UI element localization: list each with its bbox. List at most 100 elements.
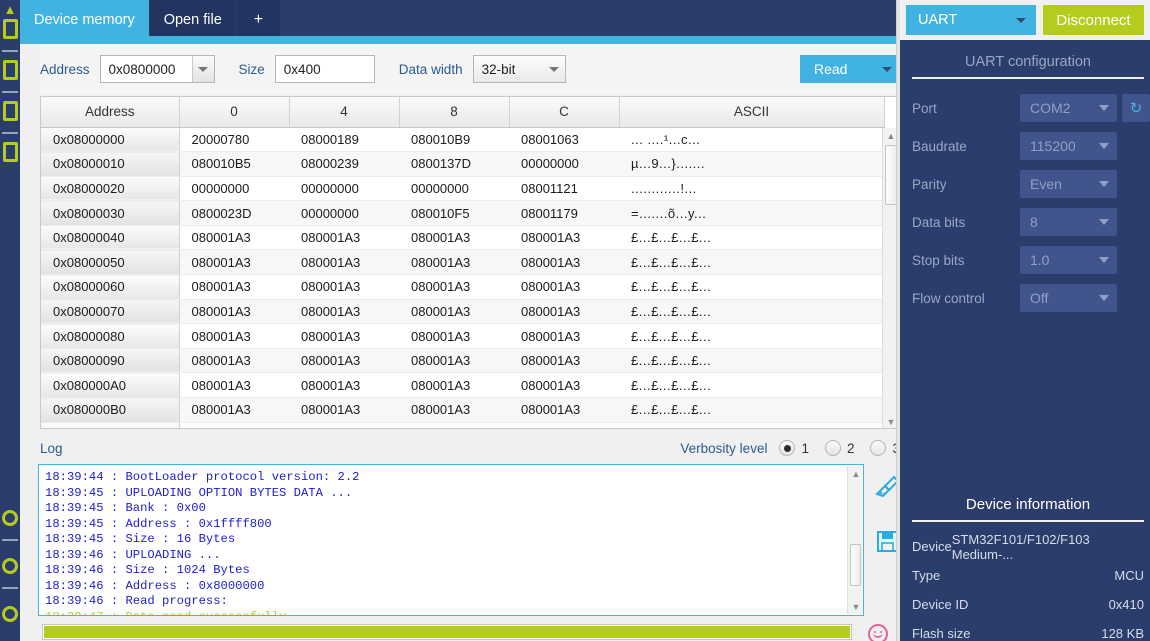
table-row[interactable]: 0x08000010 080010B5 08000239 0800137D 000000… xyxy=(41,151,884,177)
cell-word-c[interactable]: 00000000 xyxy=(509,151,619,177)
cell-address[interactable]: 0x080000B0 xyxy=(41,397,180,423)
table-row[interactable]: 0x08000040 080001A3 080001A3 080001A3 080001… xyxy=(41,225,884,251)
cell-word-8[interactable]: 080001A3 xyxy=(399,348,509,374)
cell-word-c[interactable]: 08001121 xyxy=(509,176,619,202)
cell-word-8[interactable]: 080001A3 xyxy=(399,323,509,349)
data-width-dropdown-button[interactable] xyxy=(543,56,565,82)
cell-word-4[interactable]: 080001A3 xyxy=(289,422,399,428)
cell-ascii[interactable]: £...£...£...£... xyxy=(619,323,884,349)
verbosity-option-2[interactable]: 2 xyxy=(824,440,854,456)
cell-address[interactable]: 0x08000070 xyxy=(41,299,180,325)
uart-baudrate-select[interactable]: 115200 xyxy=(1020,132,1117,160)
disconnect-button[interactable]: Disconnect xyxy=(1043,5,1144,35)
cell-ascii[interactable]: £...£...£...£... xyxy=(619,372,884,399)
sidebar-item-help[interactable] xyxy=(1,601,19,627)
cell-word-c[interactable]: 080001A3 xyxy=(509,249,619,276)
size-input[interactable]: 0x400 xyxy=(274,55,375,83)
cell-ascii[interactable]: £...£...£...£... xyxy=(619,274,884,300)
tab-open-file[interactable]: Open file xyxy=(149,0,237,40)
cell-word-8[interactable]: 080001A3 xyxy=(399,422,509,428)
sidebar-item-memory[interactable] xyxy=(1,16,19,42)
table-row[interactable]: 0x080000B0 080001A3 080001A3 080001A3 080001… xyxy=(41,397,884,423)
feedback-smiley-icon[interactable] xyxy=(868,624,888,641)
cell-word-8[interactable]: 080001A3 xyxy=(399,397,509,423)
cell-address[interactable]: 0x08000050 xyxy=(41,249,180,276)
cell-word-4[interactable]: 08000189 xyxy=(289,127,399,153)
uart-flow-control-select[interactable]: Off xyxy=(1020,284,1117,312)
col-header-0[interactable]: 0 xyxy=(179,97,290,128)
cell-word-0[interactable]: 080001A3 xyxy=(179,249,289,276)
cell-word-c[interactable]: 080001A3 xyxy=(509,372,619,399)
scroll-down-icon[interactable]: ▼ xyxy=(848,599,863,614)
cell-word-4[interactable]: 00000000 xyxy=(289,200,399,226)
sidebar-item-option-bytes[interactable] xyxy=(1,98,19,124)
cell-word-0[interactable]: 080001A3 xyxy=(179,225,289,251)
cell-word-c[interactable]: 08001063 xyxy=(509,127,619,153)
cell-word-0[interactable]: 080001A3 xyxy=(179,397,289,423)
table-row[interactable]: 0x08000050 080001A3 080001A3 080001A3 080001… xyxy=(41,249,884,276)
cell-ascii[interactable]: £...£...£...£... xyxy=(619,299,884,325)
sidebar-item-cpu[interactable] xyxy=(1,139,19,165)
cell-word-c[interactable]: 080001A3 xyxy=(509,299,619,325)
address-input[interactable]: 0x0800000 xyxy=(99,55,215,83)
cell-address[interactable]: 0x08000060 xyxy=(41,274,180,300)
cell-word-0[interactable]: 080010B5 xyxy=(179,151,289,177)
cell-word-4[interactable]: 080001A3 xyxy=(289,299,399,325)
table-row[interactable]: 0x08000070 080001A3 080001A3 080001A3 080001… xyxy=(41,299,884,325)
tab-device-memory[interactable]: Device memory xyxy=(20,0,150,40)
scroll-up-icon[interactable]: ▲ xyxy=(848,466,863,481)
log-output-box[interactable]: 18:39:44 : BootLoader protocol version: … xyxy=(38,464,864,616)
cell-word-4[interactable]: 00000000 xyxy=(289,176,399,202)
refresh-ports-button[interactable]: ↻ xyxy=(1122,94,1150,122)
table-row[interactable]: 0x08000030 0800023D 00000000 080010F5 080011… xyxy=(41,200,884,226)
cell-word-4[interactable]: 080001A3 xyxy=(289,348,399,374)
cell-address[interactable]: 0x08000040 xyxy=(41,225,180,251)
cell-word-8[interactable]: 00000000 xyxy=(399,176,509,202)
cell-word-c[interactable]: 080001A3 xyxy=(509,274,619,300)
col-header-4[interactable]: 4 xyxy=(289,97,400,128)
sidebar-item-info[interactable] xyxy=(1,553,19,579)
cell-ascii[interactable]: ............!... xyxy=(619,176,884,202)
cell-word-8[interactable]: 080010B9 xyxy=(399,127,509,153)
cell-word-0[interactable]: 0800023D xyxy=(179,200,289,226)
address-dropdown-button[interactable] xyxy=(191,56,214,82)
col-header-address[interactable]: Address xyxy=(41,97,180,128)
interface-select[interactable]: UART xyxy=(906,5,1036,35)
table-row[interactable]: 0x080000C0080001A3080001A3080001A3080001… xyxy=(41,422,884,428)
cell-address[interactable]: 0x08000000 xyxy=(41,127,180,153)
cell-word-0[interactable]: 080001A3 xyxy=(179,422,289,428)
cell-ascii[interactable]: £...£...£...£... xyxy=(619,397,884,423)
cell-word-8[interactable]: 080001A3 xyxy=(399,249,509,276)
cell-word-c[interactable]: 080001A3 xyxy=(509,323,619,349)
cell-word-4[interactable]: 080001A3 xyxy=(289,274,399,300)
log-scrollbar-thumb[interactable] xyxy=(850,544,861,586)
cell-word-8[interactable]: 080001A3 xyxy=(399,225,509,251)
col-header-ascii[interactable]: ASCII xyxy=(619,97,885,128)
sidebar-item-erase[interactable] xyxy=(1,57,19,83)
cell-word-4[interactable]: 080001A3 xyxy=(289,225,399,251)
cell-ascii[interactable]: £...£...£...£... xyxy=(619,249,884,276)
read-button[interactable]: Read xyxy=(800,55,900,83)
table-row[interactable]: 0x080000A0 080001A3 080001A3 080001A3 080001… xyxy=(41,372,884,399)
cell-ascii[interactable]: £...£...£...£... xyxy=(619,422,884,428)
cell-word-c[interactable]: 08001179 xyxy=(509,200,619,226)
verbosity-option-1[interactable]: 1 xyxy=(779,440,809,456)
cell-word-4[interactable]: 080001A3 xyxy=(289,397,399,423)
cell-word-4[interactable]: 080001A3 xyxy=(289,372,399,399)
uart-port-select[interactable]: COM2 xyxy=(1020,94,1117,122)
cell-ascii[interactable]: =.......õ...y... xyxy=(619,200,884,226)
cell-address[interactable]: 0x08000080 xyxy=(41,323,180,349)
cell-word-0[interactable]: 080001A3 xyxy=(179,274,289,300)
cell-ascii[interactable]: µ...9...}....... xyxy=(619,151,884,177)
cell-address[interactable]: 0x080000C0 xyxy=(41,422,180,428)
col-header-c[interactable]: C xyxy=(509,97,620,128)
cell-word-8[interactable]: 080001A3 xyxy=(399,274,509,300)
uart-parity-select[interactable]: Even xyxy=(1020,170,1117,198)
cell-word-8[interactable]: 080001A3 xyxy=(399,372,509,399)
log-scrollbar[interactable]: ▲ ▼ xyxy=(847,466,862,614)
data-width-select[interactable]: 32-bit xyxy=(472,55,566,83)
table-row[interactable]: 0x08000020 00000000 00000000 00000000 080011… xyxy=(41,176,884,202)
interface-dropdown-button[interactable] xyxy=(1006,17,1036,23)
cell-address[interactable]: 0x08000010 xyxy=(41,151,180,177)
cell-word-4[interactable]: 080001A3 xyxy=(289,249,399,276)
